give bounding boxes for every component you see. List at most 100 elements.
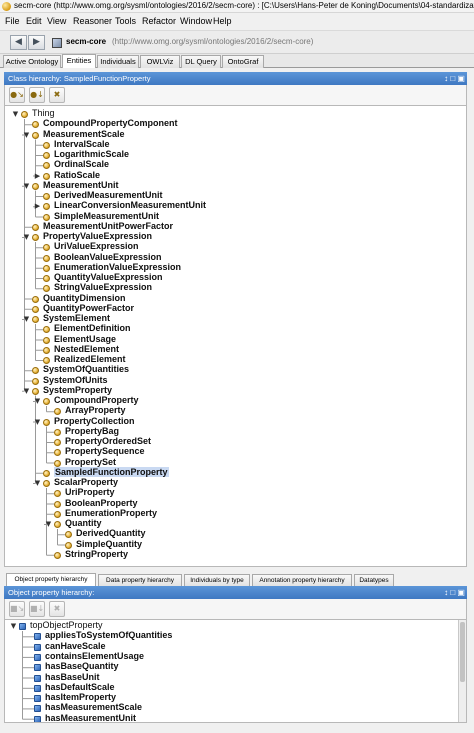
menu-window[interactable]: Window [180,16,212,26]
ontology-name: secm-core [66,37,107,46]
tree-node-label: hasBaseUnit [45,671,100,682]
class-hierarchy-tree[interactable]: ▼ Thing CompoundPropertyComponent ▼ Measurem… [4,105,467,567]
expand-toggle-open-icon[interactable]: ▼ [22,182,31,191]
menu-view[interactable]: View [47,16,66,26]
back-button[interactable]: ◀ [10,35,27,50]
class-icon [43,418,50,426]
tree-node-label: ElementUsage [54,333,117,344]
protege-app-icon [2,2,11,11]
ontology-iri: (http://www.omg.org/sysml/ontologies/201… [112,37,314,46]
menu-edit[interactable]: Edit [26,16,42,26]
tree-node-label: SimpleMeasurementUnit [54,210,160,221]
add-sibling-property-button[interactable]: ■↓ [29,601,45,617]
menu-refactor[interactable]: Refactor [142,16,176,26]
tab-data-property-hierarchy[interactable]: Data property hierarchy [98,574,182,586]
expand-toggle-open-icon[interactable]: ▼ [33,418,42,427]
tree-node-label: ElementDefinition [54,323,131,334]
tree-node-label: PropertySet [65,456,117,467]
expand-toggle-open-icon[interactable]: ▼ [22,233,31,242]
object-property-icon [34,684,41,692]
expand-toggle-open-icon[interactable]: ▼ [33,397,42,406]
tree-node-label: SystemElement [43,313,111,323]
tree-node-label: IntervalScale [54,138,110,149]
menu-file[interactable]: File [5,16,20,26]
ontology-icon [52,38,62,48]
tree-node-label: MeasurementScale [43,128,125,139]
tree-node-label: SystemProperty [43,384,113,395]
add-sibling-class-button[interactable]: ●↓ [29,87,45,103]
object-property-tree[interactable]: ▼ topObjectProperty appliesToSystemOfQuant… [4,619,467,723]
menu-tools[interactable]: Tools [115,16,136,26]
tree-node-label: LinearConversionMeasurementUnit [54,200,207,211]
class-icon [43,346,50,354]
menu-reasoner[interactable]: Reasoner [73,16,112,26]
expand-toggle-open-icon[interactable]: ▼ [22,387,31,396]
class-icon [43,172,50,180]
tree-node-label: PropertyValueExpression [43,231,153,241]
add-subproperty-button[interactable]: ■↘ [9,601,25,617]
forward-button[interactable]: ▶ [28,35,45,50]
class-icon [32,316,39,323]
tab-annotation-property-hierarchy[interactable]: Annotation property hierarchy [252,574,352,586]
expand-toggle-closed-icon[interactable]: ▶ [33,172,42,181]
class-icon [43,193,50,200]
add-subclass-icon: ●↘ [10,90,24,99]
expand-toggle-open-icon[interactable]: ▼ [9,622,18,631]
class-icon [21,111,28,118]
tab-individuals-by-type[interactable]: Individuals by type [184,574,250,586]
class-icon [54,521,61,528]
tab-individuals[interactable]: Individuals [97,55,139,68]
tree-node-label: SystemOfQuantities [43,364,130,375]
expand-toggle-open-icon[interactable]: ▼ [33,479,42,488]
tree-node-label: SimpleQuantity [76,538,143,549]
tab-owlviz[interactable]: OWLViz [140,55,180,68]
tab-datatypes[interactable]: Datatypes [354,574,394,586]
back-arrow-icon: ◀ [15,37,22,47]
tab-dl-query[interactable]: DL Query [181,55,221,68]
class-icon [32,131,39,139]
object-property-icon [34,633,41,641]
class-icon [43,336,50,344]
object-property-icon [34,643,41,651]
tree-node-label: Thing [32,108,55,118]
class-icon [54,551,61,559]
class-icon [43,480,50,487]
class-icon [65,541,72,549]
forward-arrow-icon: ▶ [33,37,40,47]
ontology-address-bar: ◀ ▶ secm-core (http://www.omg.org/sysml/… [0,30,474,54]
class-icon [43,469,50,477]
expand-toggle-open-icon[interactable]: ▼ [22,131,31,140]
expand-toggle-open-icon[interactable]: ▼ [44,520,53,529]
class-icon [43,398,50,405]
tab-entities[interactable]: Entities [62,54,96,68]
tree-node-label: Quantity [65,518,102,528]
add-subproperty-icon: ■↘ [10,604,25,613]
delete-property-button[interactable]: ✖ [49,601,65,617]
scrollbar-thumb[interactable] [460,622,465,682]
menu-help[interactable]: Help [213,16,232,26]
object-property-icon [19,623,26,630]
object-property-hierarchy-title: Object property hierarchy: [8,588,95,597]
tab-active-ontology[interactable]: Active Ontology [3,55,61,68]
property-tree-scrollbar[interactable] [458,620,466,722]
tree-node-label: hasBaseQuantity [45,661,119,672]
tab-ontograf[interactable]: OntoGraf [222,55,264,68]
expand-toggle-open-icon[interactable]: ▼ [11,110,20,119]
panel-window-controls[interactable]: ↕ □ ▣ [444,72,465,85]
property-panel-window-controls[interactable]: ↕ □ ▣ [444,586,465,599]
expand-toggle-open-icon[interactable]: ▼ [22,315,31,324]
tree-node-label: RatioScale [54,169,101,180]
tree-node-label: MeasurementUnit [43,179,119,190]
object-property-icon [34,674,41,682]
class-icon [54,500,61,508]
delete-class-button[interactable]: ✖ [49,87,65,103]
tree-node-label: EnumerationProperty [65,507,158,518]
class-icon [43,264,50,272]
tree-node-label: hasMeasurementUnit [45,712,137,723]
tab-object-property-hierarchy[interactable]: Object property hierarchy [6,573,96,586]
tree-node-label: MeasurementUnitPowerFactor [43,220,174,231]
tree-node-label: LogarithmicScale [54,149,130,159]
expand-toggle-closed-icon[interactable]: ▶ [33,202,42,211]
add-subclass-button[interactable]: ●↘ [9,87,25,103]
tree-node-label: DerivedQuantity [76,528,146,539]
